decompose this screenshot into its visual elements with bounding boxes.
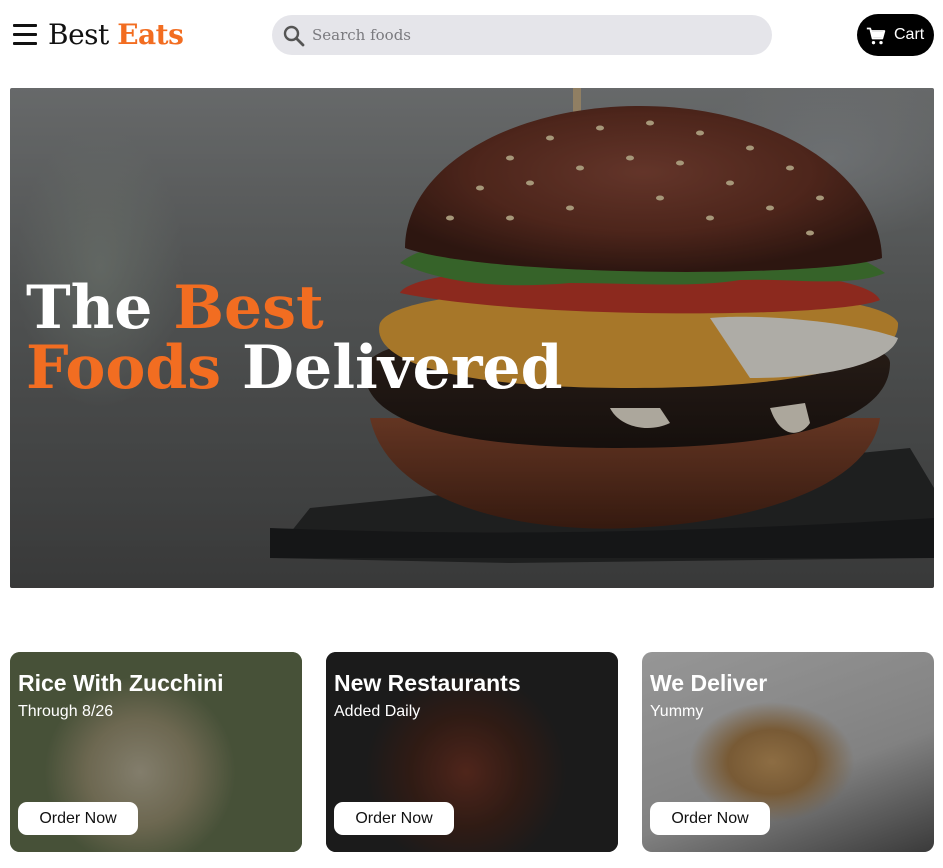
search-input[interactable] bbox=[312, 15, 752, 55]
logo[interactable]: Best Eats bbox=[48, 15, 184, 55]
search-bar bbox=[272, 15, 772, 55]
logo-accent: Eats bbox=[117, 18, 184, 51]
cart-label: Cart bbox=[894, 26, 925, 43]
card-subtitle: Added Daily bbox=[334, 703, 421, 720]
promo-card-rice: Rice With Zucchini Through 8/26 Order No… bbox=[10, 652, 302, 852]
search-icon bbox=[283, 25, 305, 47]
navbar: Best Eats Cart bbox=[0, 0, 943, 70]
order-now-button[interactable]: Order Now bbox=[650, 802, 770, 835]
card-subtitle: Yummy bbox=[650, 703, 704, 720]
promo-card-restaurants: New Restaurants Added Daily Order Now bbox=[326, 652, 618, 852]
hero-banner: The Best Foods Delivered bbox=[10, 88, 934, 588]
cart-button[interactable]: Cart bbox=[857, 14, 934, 56]
menu-icon[interactable] bbox=[12, 22, 38, 48]
card-title: Rice With Zucchini bbox=[18, 670, 224, 696]
card-title: We Deliver bbox=[650, 670, 768, 696]
logo-primary: Best bbox=[48, 18, 109, 51]
order-now-button[interactable]: Order Now bbox=[334, 802, 454, 835]
hero-title-foods: Foods bbox=[26, 333, 222, 403]
card-subtitle: Through 8/26 bbox=[18, 703, 114, 720]
cart-icon bbox=[866, 27, 886, 45]
promo-card-deliver: We Deliver Yummy Order Now bbox=[642, 652, 934, 852]
order-now-button[interactable]: Order Now bbox=[18, 802, 138, 835]
hero-title-delivered: Delivered bbox=[241, 333, 563, 403]
hero-title: The Best Foods Delivered bbox=[26, 278, 563, 398]
card-title: New Restaurants bbox=[334, 670, 521, 696]
